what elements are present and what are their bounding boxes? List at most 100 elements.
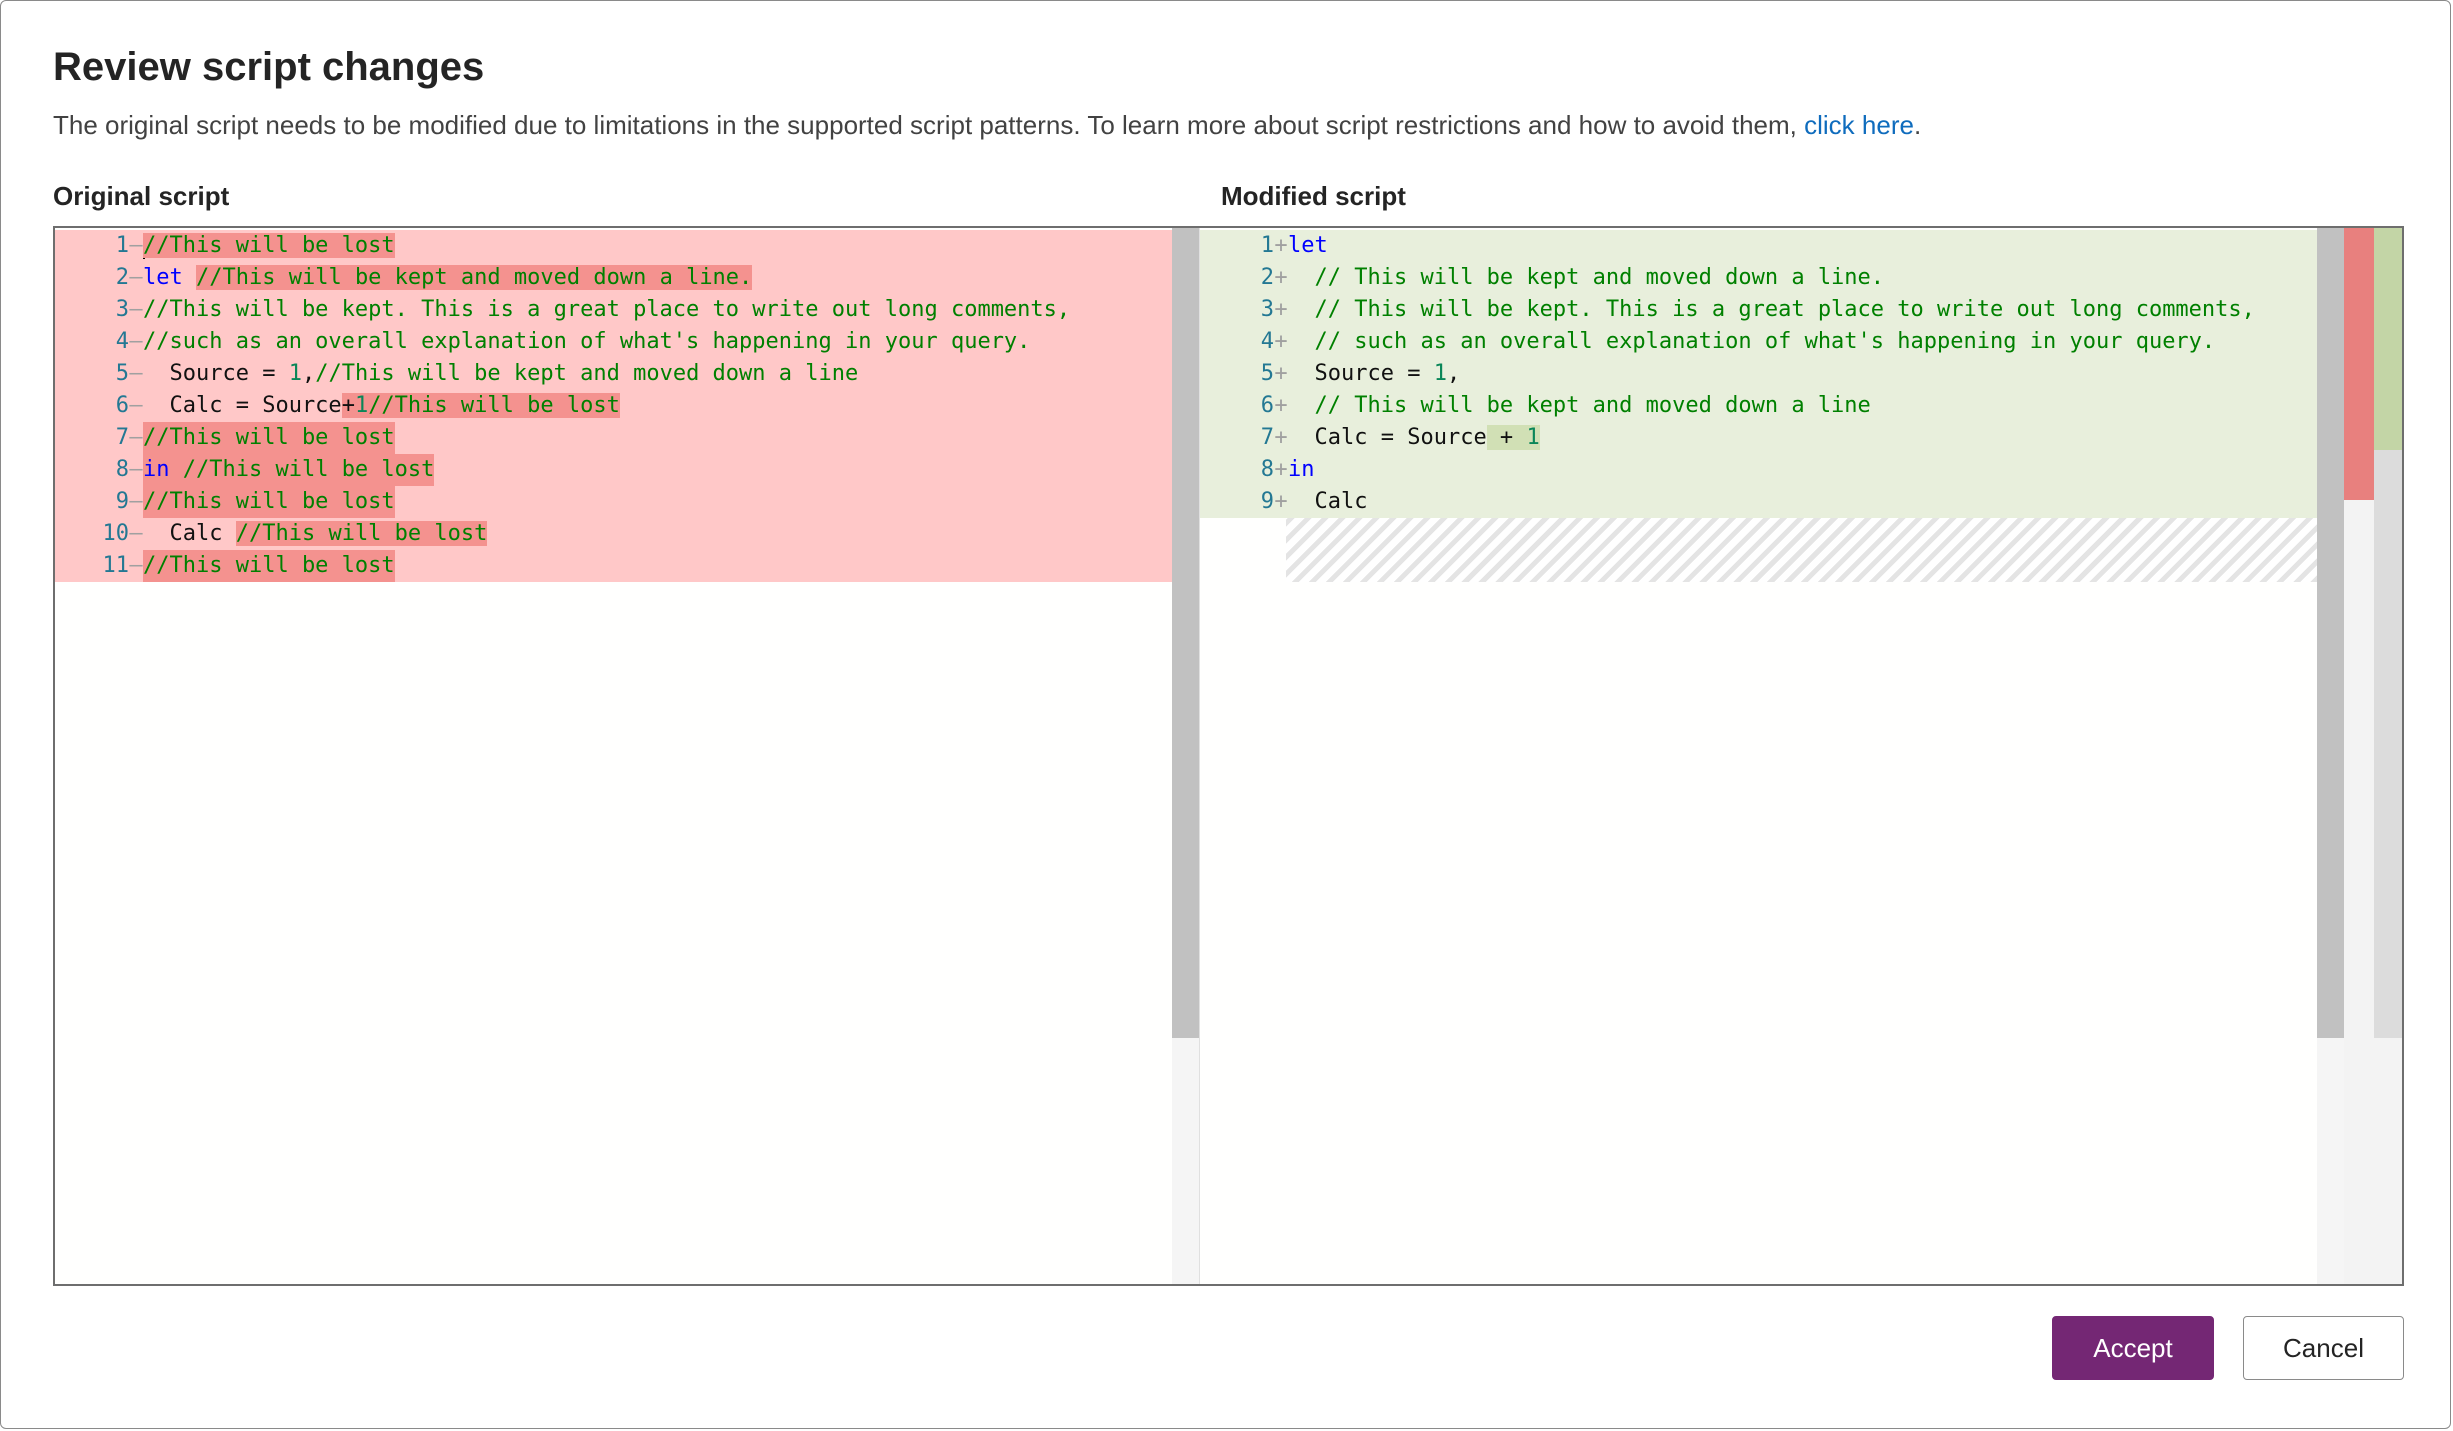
code-comment: // such as an overall explanation of wha… xyxy=(1315,329,2216,354)
code-text: Source = xyxy=(1315,361,1434,386)
inserted-marker: + xyxy=(1274,422,1288,454)
original-line-4[interactable]: 4—//such as an overall explanation of wh… xyxy=(55,326,1172,358)
original-script-pane[interactable]: 1—//This will be lost 2—let //This will … xyxy=(55,228,1172,1284)
code-text: + xyxy=(342,393,355,418)
modified-line-1[interactable]: 1+let xyxy=(1200,230,2368,262)
original-line-8[interactable]: 8—in //This will be lost xyxy=(55,454,1172,486)
code-comment: // This will be kept and moved down a li… xyxy=(1315,265,1885,290)
modified-scrollbar-thumb[interactable] xyxy=(2317,228,2344,1038)
code-comment: // This will be kept and moved down a li… xyxy=(1315,393,1871,418)
code-comment: //This will be lost xyxy=(143,422,395,454)
code-text: , xyxy=(1447,361,1460,386)
dialog-title: Review script changes xyxy=(53,45,484,90)
code-text: , xyxy=(302,361,315,386)
modified-scrollbar[interactable] xyxy=(2317,228,2344,1284)
original-line-10[interactable]: 10— Calc //This will be lost xyxy=(55,518,1172,550)
code-comment: //such as an overall explanation of what… xyxy=(143,326,1030,358)
inserted-marker: + xyxy=(1274,262,1288,294)
line-number: 4 xyxy=(1200,326,1274,358)
modified-line-3[interactable]: 3+ // This will be kept. This is a great… xyxy=(1200,294,2368,326)
cancel-button[interactable]: Cancel xyxy=(2243,1316,2404,1380)
code-text: + xyxy=(1487,425,1527,450)
modified-line-6[interactable]: 6+ // This will be kept and moved down a… xyxy=(1200,390,2368,422)
inserted-marker: + xyxy=(1274,454,1288,486)
deleted-marker: — xyxy=(129,230,143,262)
original-line-5[interactable]: 5— Source = 1,//This will be kept and mo… xyxy=(55,358,1172,390)
modified-line-5[interactable]: 5+ Source = 1, xyxy=(1200,358,2368,390)
line-number: 1 xyxy=(55,230,129,262)
overview-deleted-marker xyxy=(2344,228,2374,500)
modified-script-label: Modified script xyxy=(1221,181,1406,212)
line-number: 7 xyxy=(1200,422,1274,454)
line-number: 3 xyxy=(55,294,129,326)
code-text: Calc xyxy=(1315,489,1368,514)
deleted-marker: — xyxy=(129,358,143,390)
line-number: 6 xyxy=(55,390,129,422)
line-number: 11 xyxy=(55,550,129,582)
code-text: Calc xyxy=(143,521,222,546)
inserted-marker: + xyxy=(1274,390,1288,422)
inserted-marker: + xyxy=(1274,486,1288,518)
code-keyword: in xyxy=(143,457,170,482)
inserted-marker: + xyxy=(1274,326,1288,358)
code-text: //This will be lost xyxy=(143,233,395,258)
overview-inserted-marker xyxy=(2374,228,2402,450)
description-text: The original script needs to be modified… xyxy=(53,110,1797,140)
line-number: 9 xyxy=(1200,486,1274,518)
accept-button[interactable]: Accept xyxy=(2052,1316,2214,1380)
line-number: 6 xyxy=(1200,390,1274,422)
diff-overview-ruler[interactable] xyxy=(2344,228,2402,1284)
original-line-11[interactable]: 11—//This will be lost xyxy=(55,550,1172,582)
original-line-9[interactable]: 9—//This will be lost xyxy=(55,486,1172,518)
modified-script-pane[interactable]: 1+let 2+ // This will be kept and moved … xyxy=(1200,228,2368,1284)
original-line-2[interactable]: 2—let //This will be kept and moved down… xyxy=(55,262,1172,294)
line-number: 7 xyxy=(55,422,129,454)
deleted-marker: — xyxy=(129,294,143,326)
original-line-3[interactable]: 3—//This will be kept. This is a great p… xyxy=(55,294,1172,326)
line-number: 1 xyxy=(1200,230,1274,262)
dialog-description: The original script needs to be modified… xyxy=(53,110,1921,141)
description-suffix: . xyxy=(1914,110,1921,140)
deleted-marker: — xyxy=(129,486,143,518)
code-comment: //This will be lost xyxy=(143,550,395,582)
original-line-7[interactable]: 7—//This will be lost xyxy=(55,422,1172,454)
code-comment: //This will be lost xyxy=(183,457,435,482)
original-scrollbar[interactable] xyxy=(1172,228,1199,1284)
original-script-label: Original script xyxy=(53,181,229,212)
code-keyword: in xyxy=(1288,454,1315,486)
modified-line-7[interactable]: 7+ Calc = Source + 1 xyxy=(1200,422,2368,454)
line-number: 10 xyxy=(55,518,129,550)
modified-line-4[interactable]: 4+ // such as an overall explanation of … xyxy=(1200,326,2368,358)
deleted-marker: — xyxy=(129,518,143,550)
code-comment: //This will be kept. This is a great pla… xyxy=(143,294,1070,326)
code-text: Source = xyxy=(143,361,289,386)
original-line-6[interactable]: 6— Calc = Source+1//This will be lost xyxy=(55,390,1172,422)
original-scrollbar-thumb[interactable] xyxy=(1172,228,1199,1038)
deleted-marker: — xyxy=(129,422,143,454)
line-number: 3 xyxy=(1200,294,1274,326)
code-keyword: let xyxy=(1288,230,1328,262)
code-number: 1 xyxy=(289,361,302,386)
line-number: 8 xyxy=(1200,454,1274,486)
line-number: 5 xyxy=(1200,358,1274,390)
line-number: 8 xyxy=(55,454,129,486)
code-text: Calc = Source xyxy=(1315,425,1487,450)
click-here-link[interactable]: click here xyxy=(1804,110,1914,140)
modified-line-8[interactable]: 8+in xyxy=(1200,454,2368,486)
code-comment: //This will be lost xyxy=(143,486,395,518)
inserted-marker: + xyxy=(1274,294,1288,326)
line-number: 2 xyxy=(1200,262,1274,294)
code-comment: //This will be kept and moved down a lin… xyxy=(196,265,752,290)
modified-line-2[interactable]: 2+ // This will be kept and moved down a… xyxy=(1200,262,2368,294)
inserted-marker: + xyxy=(1274,358,1288,390)
code-comment: //This will be lost xyxy=(368,393,620,418)
original-line-1[interactable]: 1—//This will be lost xyxy=(55,230,1172,262)
code-comment: // This will be kept. This is a great pl… xyxy=(1315,297,2255,322)
inserted-marker: + xyxy=(1274,230,1288,262)
code-text: Calc = Source xyxy=(143,393,342,418)
deleted-marker: — xyxy=(129,262,143,294)
dialog: Review script changes The original scrip… xyxy=(0,0,2451,1429)
deleted-marker: — xyxy=(129,454,143,486)
modified-line-9[interactable]: 9+ Calc xyxy=(1200,486,2368,518)
line-number: 9 xyxy=(55,486,129,518)
